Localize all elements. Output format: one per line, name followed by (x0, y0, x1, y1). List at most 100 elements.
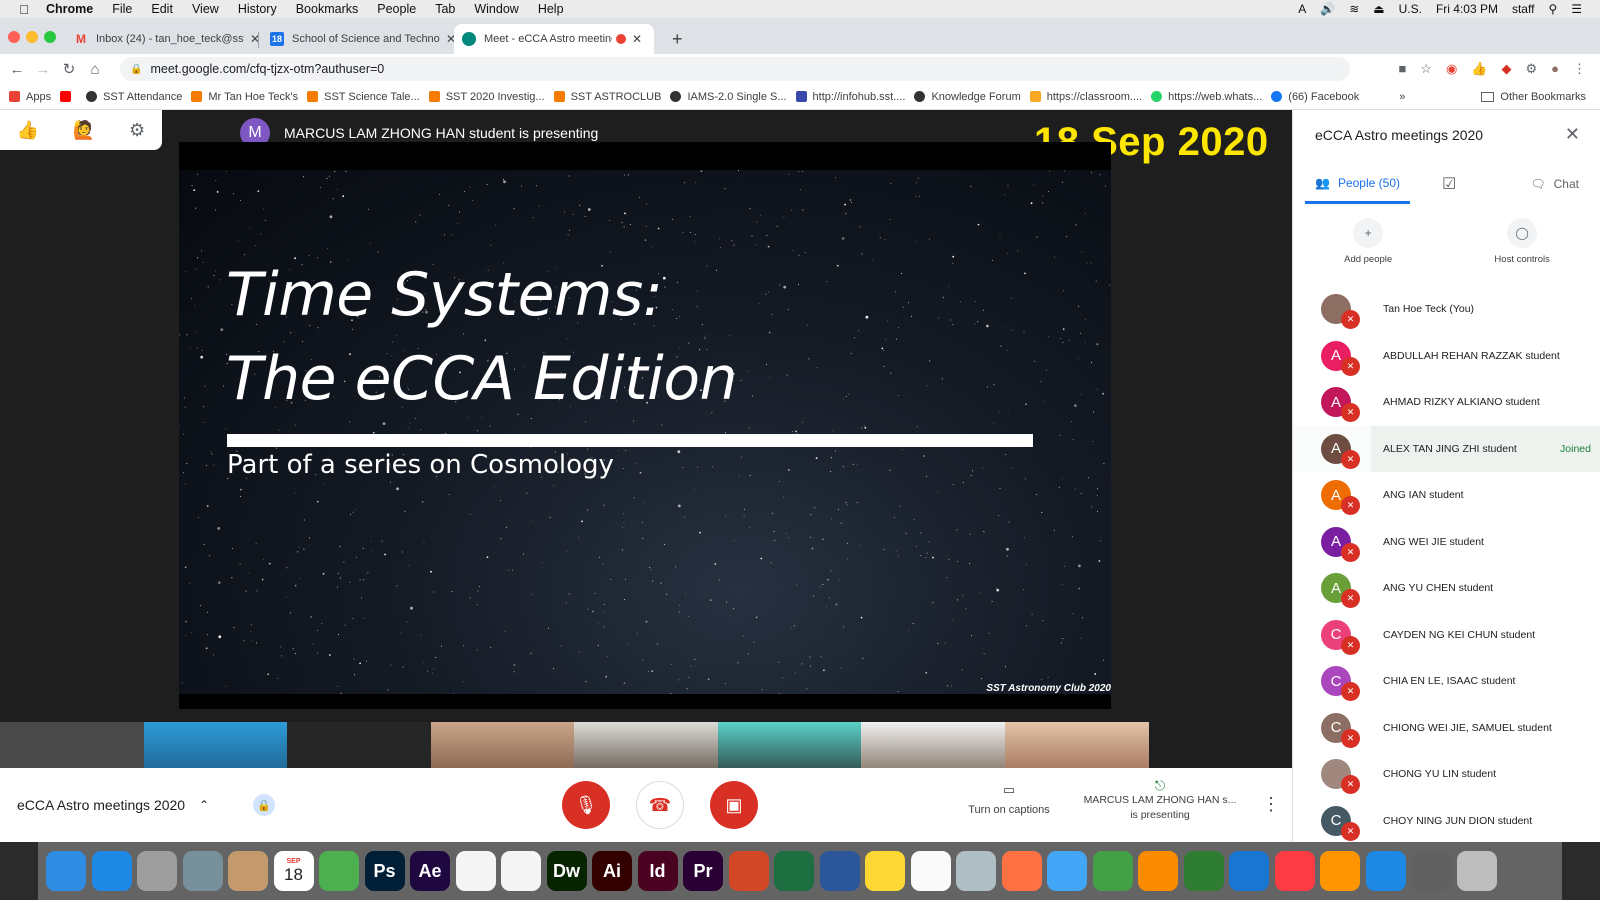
profile-avatar[interactable]: ● (1551, 61, 1559, 77)
participant-row[interactable]: C ✕ CHIA EN LE, ISAAC student (1293, 658, 1600, 705)
menu-history[interactable]: History (238, 2, 277, 16)
menu-edit[interactable]: Edit (151, 2, 173, 16)
tab-people[interactable]: 👥 People (50) (1305, 164, 1410, 204)
participant-row[interactable]: A ✕ AHMAD RIZKY ALKIANO student (1293, 379, 1600, 426)
camera-off-button[interactable]: ▣ (710, 781, 758, 829)
preview-app-icon[interactable] (182, 851, 223, 891)
extensions-puzzle-icon[interactable]: ⚙ (1525, 61, 1537, 77)
menu-clock[interactable]: Fri 4:03 PM (1436, 2, 1498, 16)
bookmark-investig[interactable]: SST 2020 Investig... (428, 91, 545, 103)
numbers-app-icon[interactable] (1183, 851, 1224, 891)
notification-center-icon[interactable]: ☰ (1571, 2, 1582, 16)
bookmark-infohub[interactable]: http://infohub.sst.... (795, 91, 905, 103)
back-arrow-icon[interactable]: ← (4, 61, 30, 78)
presenting-button[interactable]: ⎋ MARCUS LAM ZHONG HAN s... is presentin… (1078, 778, 1242, 823)
menu-window[interactable]: Window (474, 2, 518, 16)
input-source[interactable]: U.S. (1399, 2, 1422, 16)
more-options-icon[interactable]: ⋮ (1262, 794, 1280, 815)
menu-tab[interactable]: Tab (435, 2, 455, 16)
security-shield-icon[interactable]: 🔒 (253, 794, 276, 816)
indesign-app-icon[interactable]: Id (637, 851, 678, 891)
keynote-app-icon[interactable] (1229, 851, 1269, 891)
reminders-app-icon[interactable] (910, 851, 951, 891)
volume-icon[interactable]: 🔊 (1320, 2, 1335, 16)
participant-row[interactable]: A ✕ ALEX TAN JING ZHI student Joined (1293, 425, 1600, 472)
books-app-icon[interactable] (1320, 851, 1360, 891)
add-people-button[interactable]: + Add people (1344, 218, 1392, 278)
participant-row[interactable]: C ✕ CAYDEN NG KEI CHUN student (1293, 612, 1600, 659)
illustrator-app-icon[interactable]: Ai (592, 851, 632, 891)
facetime-app-icon[interactable] (1092, 851, 1133, 891)
chrome-menu-icon[interactable]: ⋮ (1573, 61, 1586, 77)
menu-file[interactable]: File (112, 2, 132, 16)
finder-app-icon[interactable] (46, 851, 86, 891)
close-panel-icon[interactable]: ✕ (1565, 124, 1580, 145)
participant-row[interactable]: A ✕ ABDULLAH REHAN RAZZAK student (1293, 333, 1600, 380)
menu-view[interactable]: View (192, 2, 219, 16)
bookmark-iams[interactable]: IAMS-2.0 Single S... (670, 91, 787, 103)
camera-icon[interactable]: ■ (1398, 61, 1406, 77)
bookmark-star-icon[interactable]: ☆ (1420, 61, 1432, 77)
calendar-app-icon[interactable]: SEP 18 (273, 851, 314, 891)
acrobat-reader-app-icon[interactable] (501, 851, 541, 891)
raise-hand-icon[interactable]: 🙋 (73, 120, 95, 141)
menu-app-name[interactable]: Chrome (46, 2, 93, 16)
bookmark-sst-attendance[interactable]: SST Attendance (86, 91, 182, 103)
pages-app-icon[interactable] (1138, 851, 1178, 891)
thumbs-up-extension-icon[interactable]: 👍 (1471, 61, 1487, 77)
photoshop-app-icon[interactable]: Ps (364, 851, 405, 891)
app-store-app-icon[interactable] (1365, 851, 1406, 891)
participant-row[interactable]: A ✕ ANG WEI JIE student (1293, 519, 1600, 566)
bookmark-astroclub[interactable]: SST ASTROCLUB (553, 91, 661, 103)
tab-school[interactable]: 18 School of Science and Technol ✕ (262, 24, 464, 54)
excel-app-icon[interactable] (774, 851, 814, 891)
participant-row[interactable]: A ✕ ANG YU CHEN student (1293, 565, 1600, 612)
home-icon[interactable]: ⌂ (82, 61, 108, 78)
participant-row[interactable]: A ✕ ANG IAN student (1293, 472, 1600, 519)
host-controls-button[interactable]: ◯ Host controls (1494, 218, 1550, 278)
apple-icon[interactable]:  (16, 2, 32, 17)
bookmark-youtube[interactable] (60, 91, 77, 102)
contacts-app-icon[interactable] (228, 851, 268, 891)
menu-user[interactable]: staff (1512, 2, 1534, 16)
spotlight-icon[interactable]: ⚲ (1548, 2, 1557, 16)
bookmark-whatsapp[interactable]: https://web.whats... (1151, 91, 1262, 103)
notes-app-icon[interactable] (865, 851, 905, 891)
menu-people[interactable]: People (377, 2, 416, 16)
close-window-button[interactable] (8, 31, 20, 43)
new-tab-button[interactable]: + (664, 24, 691, 54)
eject-icon[interactable]: ⏏ (1373, 2, 1384, 16)
messages-app-icon[interactable] (1047, 851, 1087, 891)
thumbs-up-icon[interactable]: 👍 (17, 120, 39, 141)
menu-bookmarks[interactable]: Bookmarks (296, 2, 359, 16)
leave-call-button[interactable]: ☎ (636, 781, 684, 829)
trash-app-icon[interactable] (1456, 851, 1497, 891)
bookmark-science-tale[interactable]: SST Science Tale... (307, 91, 420, 103)
bookmark-apps[interactable]: Apps (9, 91, 51, 103)
address-bar[interactable]: 🔒 meet.google.com/cfq-tjzx-otm?authuser=… (120, 57, 1350, 81)
safari-app-icon[interactable] (91, 851, 132, 891)
minimize-window-button[interactable] (26, 31, 38, 43)
extension-shield-icon[interactable]: ◆ (1501, 61, 1511, 77)
adobe-icon[interactable]: A (1298, 2, 1306, 16)
tab-chat[interactable]: 🗨 Chat (1530, 164, 1579, 204)
reload-icon[interactable]: ↻ (56, 60, 82, 78)
music-app-icon[interactable] (1274, 851, 1315, 891)
bookmark-facebook[interactable]: (66) Facebook (1271, 91, 1359, 103)
after-effects-app-icon[interactable]: Ae (410, 851, 450, 891)
tab-meet[interactable]: Meet - eCCA Astro meeting ✕ (454, 24, 654, 54)
tab-activities[interactable]: ☑ (1442, 164, 1456, 204)
bookmark-other[interactable]: Other Bookmarks (1481, 91, 1586, 103)
acrobat-app-icon[interactable] (455, 851, 496, 891)
preview-2-app-icon[interactable] (956, 851, 996, 891)
participant-row[interactable]: C ✕ CHOY NING JUN DION student (1293, 798, 1600, 845)
premiere-app-icon[interactable]: Pr (683, 851, 723, 891)
close-tab-icon[interactable]: ✕ (632, 32, 642, 46)
dreamweaver-app-icon[interactable]: Dw (546, 851, 587, 891)
participant-row[interactable]: ✕ Tan Hoe Teck (You) (1293, 286, 1600, 333)
tab-gmail[interactable]: M Inbox (24) - tan_hoe_teck@sst ✕ (66, 24, 268, 54)
word-app-icon[interactable] (819, 851, 860, 891)
powerpoint-app-icon[interactable] (728, 851, 769, 891)
settings-gear-icon[interactable]: ⚙ (129, 120, 145, 141)
lock-icon[interactable]: 🔒 (130, 64, 142, 75)
